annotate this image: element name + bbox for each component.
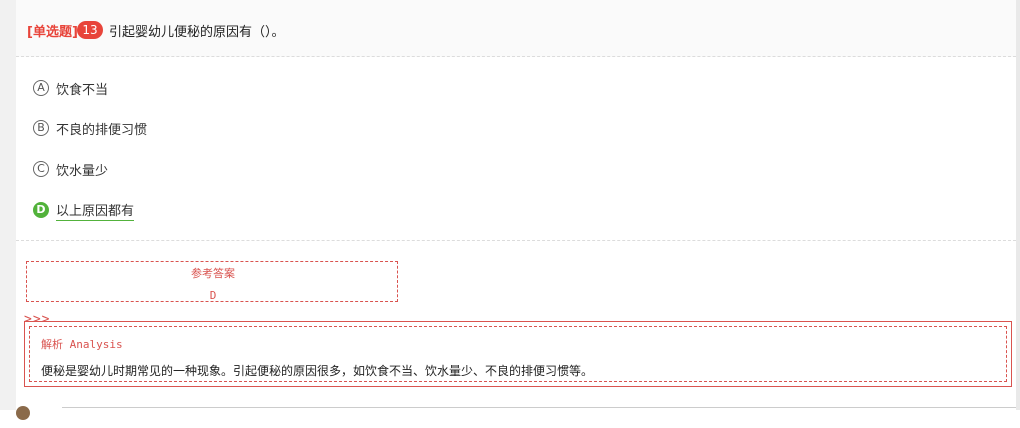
left-edge xyxy=(0,0,16,410)
option-d[interactable]: D 以上原因都有 xyxy=(33,200,135,221)
question-number-badge: 13 xyxy=(77,21,103,39)
option-b[interactable]: B 不良的排便习惯 xyxy=(33,118,147,138)
question-header: [单选题] 13 引起婴幼儿便秘的原因有（）。 xyxy=(16,0,1016,57)
option-c-text: 饮水量少 xyxy=(56,163,109,179)
options-list: A 饮食不当 B 不良的排便习惯 C 饮水量少 D 以上原因都有 xyxy=(16,58,1016,241)
analysis-title: 解析 Analysis xyxy=(41,338,123,351)
reference-answer-box: 参考答案 D xyxy=(26,261,398,302)
comment-input-edge[interactable] xyxy=(62,407,1016,428)
analysis-text: 便秘是婴幼儿时期常见的一种现象。引起便秘的原因很多，如饮食不当、饮水量少、不良的… xyxy=(41,364,594,378)
right-scroll-edge xyxy=(1016,0,1020,410)
reference-answer-label: 参考答案 xyxy=(191,267,235,280)
option-a-letter-circle: A xyxy=(33,80,49,96)
option-b-text: 不良的排便习惯 xyxy=(56,122,148,138)
option-c[interactable]: C 饮水量少 xyxy=(33,159,108,179)
option-a-text: 饮食不当 xyxy=(56,82,109,98)
option-d-text: 以上原因都有 xyxy=(56,200,135,221)
option-a[interactable]: A 饮食不当 xyxy=(33,78,108,98)
avatar xyxy=(16,406,30,420)
question-type-label: [单选题] xyxy=(27,25,78,40)
question-stem: 引起婴幼儿便秘的原因有（）。 xyxy=(109,25,285,40)
analysis-box: 解析 Analysis 便秘是婴幼儿时期常见的一种现象。引起便秘的原因很多，如饮… xyxy=(29,326,1007,382)
option-c-letter-circle: C xyxy=(33,161,49,177)
option-b-letter-circle: B xyxy=(33,120,49,136)
option-d-letter-circle-correct: D xyxy=(33,202,49,218)
reference-answer-value: D xyxy=(209,289,217,302)
